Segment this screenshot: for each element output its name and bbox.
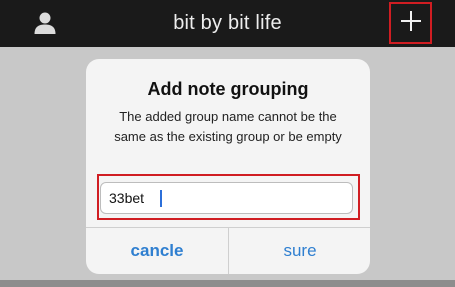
user-icon[interactable] <box>33 11 57 35</box>
text-caret <box>160 190 162 207</box>
group-name-input[interactable] <box>100 182 353 214</box>
cancel-button[interactable]: cancle <box>86 228 228 274</box>
app-title: bit by bit life <box>173 12 282 34</box>
plus-icon <box>400 10 421 36</box>
dialog-title: Add note grouping <box>147 79 309 99</box>
sure-button[interactable]: sure <box>229 228 370 274</box>
bottom-bar <box>0 280 455 287</box>
add-group-dialog: Add note grouping The added group name c… <box>86 59 370 274</box>
add-button[interactable] <box>389 2 432 44</box>
dialog-message: The added group name cannot be the same … <box>114 109 342 144</box>
top-app-bar: bit by bit life <box>0 0 455 47</box>
